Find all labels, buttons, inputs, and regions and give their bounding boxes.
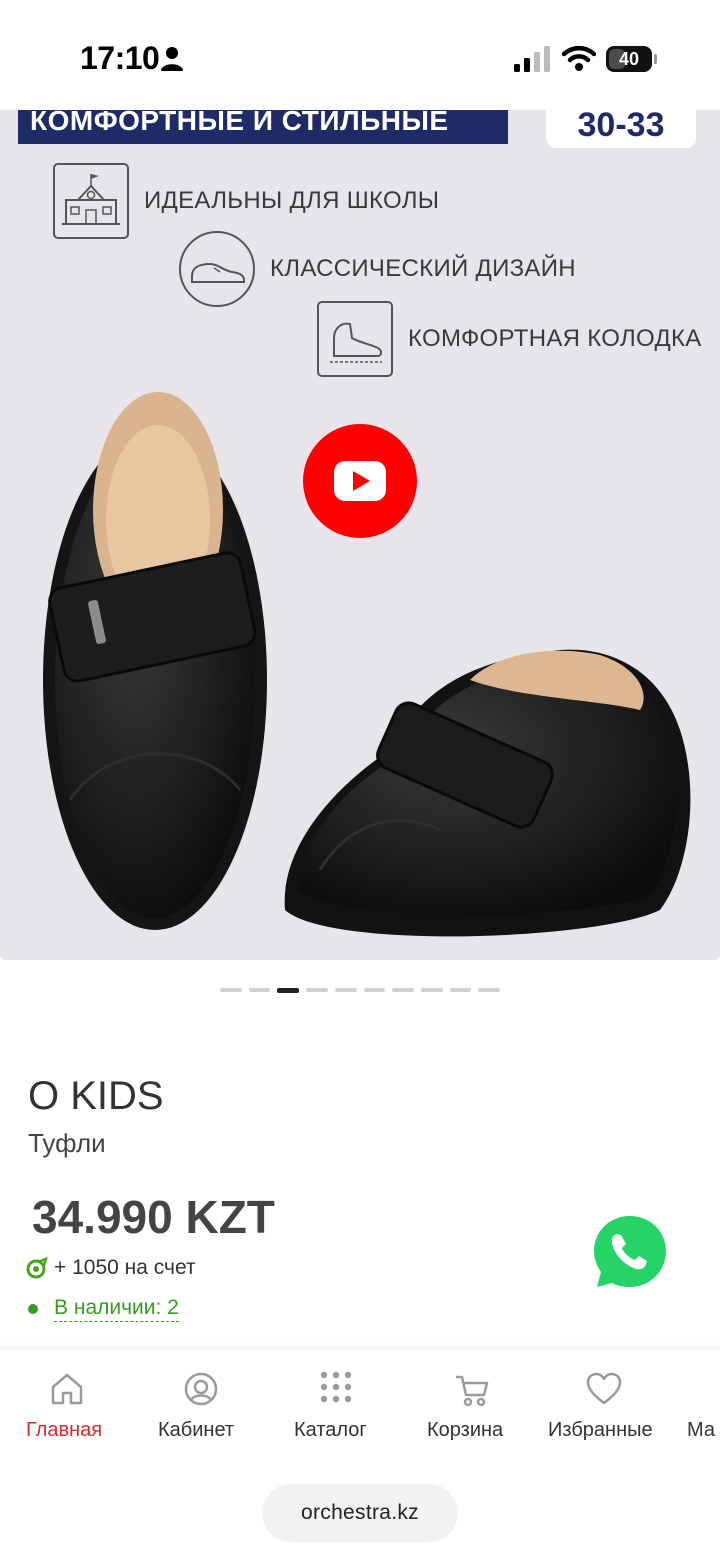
signal-icon [514,46,550,72]
whatsapp-icon[interactable] [584,1206,676,1298]
nav-item-catalog[interactable]: Каталог [268,1349,402,1459]
wifi-icon [562,45,596,71]
product-brand: O KIDS [28,1074,164,1118]
product-type: Туфли [28,1128,106,1158]
pager-dot[interactable] [248,988,271,992]
pager-dot[interactable] [220,988,242,992]
bonus-text: + 1050 на счет [54,1256,196,1279]
battery-indicator: 40 [606,46,657,72]
heart-icon [586,1372,622,1405]
home-icon [51,1373,83,1405]
promo-banner: КОМФОРТНЫЕ И СТИЛЬНЫЕ [18,110,508,144]
nav-label: Ма [687,1419,716,1441]
nav-item-more[interactable]: Ма [676,1349,720,1459]
nav-label: Кабинет [158,1419,235,1441]
battery-level: 40 [618,49,640,69]
nav-label: Избранные [548,1419,653,1441]
pager-dot[interactable] [449,988,472,992]
pager-dot[interactable] [306,988,328,992]
user-circle-icon [184,1372,218,1406]
bonus-coin-icon [26,1257,48,1279]
pager-dot[interactable] [392,988,414,992]
pager-dot[interactable] [420,988,443,992]
feature-label: ИДЕАЛЬНЫ ДЛЯ ШКОЛЫ [144,187,440,214]
nav-item-cart[interactable]: Корзина [402,1349,536,1459]
stock-text[interactable]: В наличии: 2 [54,1296,179,1322]
stock-dot-icon [28,1304,38,1314]
status-time: 17:10 [80,40,160,76]
cart-icon [456,1375,489,1407]
browser-url-bar[interactable]: orchestra.kz [262,1484,458,1542]
shoe-icon [179,231,255,307]
feature-label: КОМФОРТНАЯ КОЛОДКА [408,325,702,352]
person-icon [161,47,183,71]
pager-dot[interactable] [478,988,501,992]
feature-label: КЛАССИЧЕСКИЙ ДИЗАЙН [270,255,576,282]
nav-item-home[interactable]: Главная [0,1349,134,1459]
product-price: 34.990 KZT [32,1191,275,1243]
pager-dot-active[interactable] [277,988,300,993]
nav-label: Главная [26,1419,103,1441]
feature-school: ИДЕАЛЬНЫ ДЛЯ ШКОЛЫ [52,162,439,240]
status-bar: 17:10 40 [0,0,720,110]
video-play-button[interactable] [303,424,417,538]
feature-classic-design: КЛАССИЧЕСКИЙ ДИЗАЙН [178,230,576,308]
pager-dot[interactable] [363,988,386,992]
stock-status[interactable]: В наличии: 2 [28,1296,179,1322]
nav-label: Корзина [427,1419,504,1441]
nav-item-favorites[interactable]: Избранные [536,1349,676,1459]
product-image-carousel[interactable]: КОМФОРТНЫЕ И СТИЛЬНЫЕ 30-33 ИДЕАЛЬНЫ ДЛЯ… [0,110,720,960]
school-icon [53,163,129,239]
grid-dots-icon [320,1371,352,1403]
image-pager[interactable] [220,988,501,994]
nav-label: Каталог [294,1419,367,1441]
size-range-badge: 30-33 [546,110,696,148]
bottom-navigation: Главная Кабинет Каталог Корзина Избранны… [0,1348,720,1565]
nav-item-cabinet[interactable]: Кабинет [134,1349,268,1459]
bonus-points: + 1050 на счет [26,1256,196,1280]
pager-dot[interactable] [334,988,357,992]
